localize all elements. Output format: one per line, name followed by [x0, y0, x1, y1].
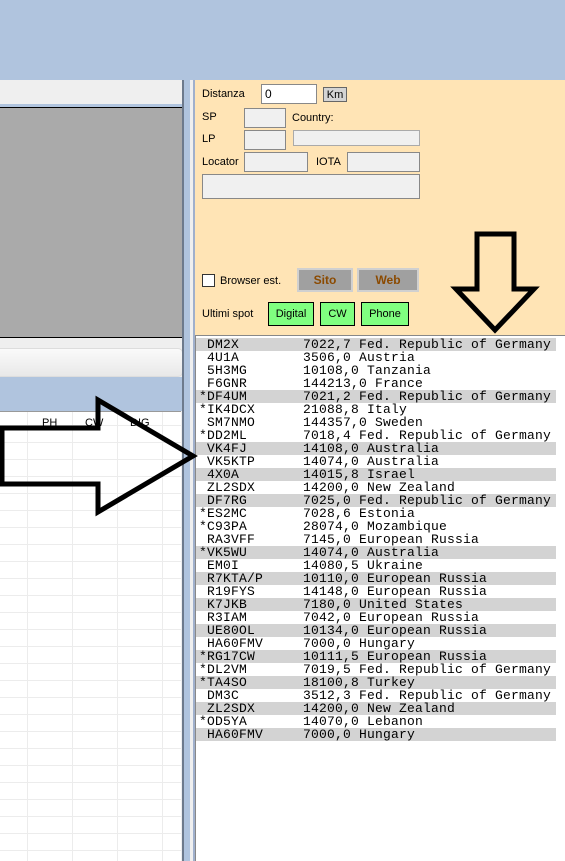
sp-label: SP — [202, 111, 217, 123]
locator-label: Locator — [202, 156, 239, 168]
spot-callsign: HA60FMV — [199, 727, 264, 742]
web-button[interactable]: Web — [357, 268, 419, 292]
distanza-label: Distanza — [202, 88, 245, 100]
grid-header-ph: PH — [42, 417, 58, 429]
phone-button[interactable]: Phone — [361, 302, 409, 326]
grid-header-dig: DIG — [130, 417, 150, 429]
digital-button[interactable]: Digital — [268, 302, 314, 326]
distanza-input[interactable] — [261, 84, 317, 104]
title-area — [0, 0, 565, 80]
browser-label: Browser est. — [220, 275, 282, 287]
lp-field[interactable] — [244, 130, 286, 150]
spot-frequency: 7000,0 — [303, 727, 352, 742]
lp-label: LP — [202, 133, 216, 145]
spot-list[interactable]: DM2X 7022,7 Fed. Republic of Germany 4U1A 3… — [195, 335, 565, 861]
km-button[interactable]: Km — [323, 87, 347, 102]
cw-button[interactable]: CW — [320, 302, 355, 326]
sito-button[interactable]: Sito — [297, 268, 353, 292]
iota-label: IOTA — [316, 156, 341, 168]
sp-field[interactable] — [244, 108, 286, 128]
iota-field[interactable] — [347, 152, 420, 172]
grid-header-cw: CW — [85, 417, 104, 429]
browser-checkbox[interactable] — [202, 274, 215, 287]
spot-country: Hungary — [359, 727, 416, 742]
country-field[interactable] — [293, 130, 420, 146]
spot-row[interactable]: HA60FMV 7000,0 Hungary — [196, 728, 556, 741]
country-label: Country: — [292, 112, 334, 124]
locator-field[interactable] — [244, 152, 308, 172]
status-bar — [0, 348, 183, 377]
map-area — [0, 107, 183, 338]
band-grid — [0, 411, 181, 861]
divider — [0, 377, 186, 411]
notes-field[interactable] — [202, 174, 420, 199]
info-panel: Distanza Km SP Country: LP Locator IOTA … — [195, 80, 565, 335]
ultimi-spot-label: Ultimi spot — [202, 308, 254, 320]
